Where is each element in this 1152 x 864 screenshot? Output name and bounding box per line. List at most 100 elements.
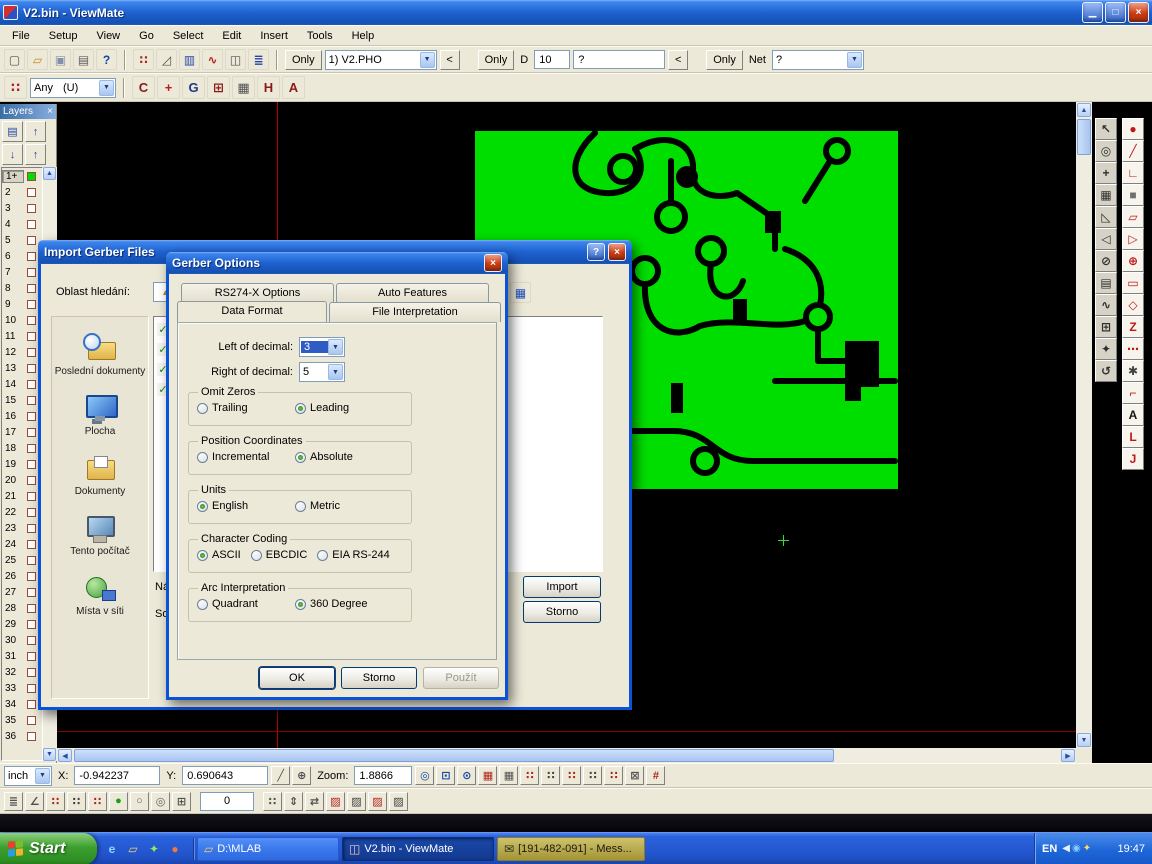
layer-combo[interactable]: 1) V2.PHO ▼ <box>325 50 437 70</box>
layer-color-swatch[interactable] <box>27 204 36 213</box>
fill-pattern-4-icon[interactable]: ▨ <box>389 792 408 811</box>
aperture-grid-icon[interactable]: ▦ <box>499 766 518 785</box>
draw-hook-icon[interactable]: J <box>1122 448 1144 470</box>
origin-icon[interactable]: ⊕ <box>292 766 311 785</box>
layer-color-swatch[interactable] <box>27 508 36 517</box>
aperture-type-combo[interactable]: Any (U) ▼ <box>30 78 116 98</box>
layer-color-swatch[interactable] <box>27 684 36 693</box>
layer-row-10[interactable]: 10 <box>2 312 42 328</box>
layers-scroll-down-button[interactable]: ▼ <box>43 748 56 761</box>
aperture-flash-icon[interactable]: ∷ <box>4 76 27 99</box>
layers-close-icon[interactable]: × <box>47 106 53 117</box>
measure-tool-icon[interactable]: ◿ <box>156 49 177 70</box>
measure-icon[interactable]: ◺ <box>1095 206 1117 228</box>
layer-color-swatch[interactable] <box>27 220 36 229</box>
horizontal-scrollbar-thumb[interactable] <box>74 749 834 762</box>
context-help-icon[interactable]: ? <box>96 49 117 70</box>
count-field[interactable]: 0 <box>200 792 254 811</box>
combo-arrow-icon[interactable]: ▼ <box>847 52 862 68</box>
film-box-3-icon[interactable]: ∷ <box>562 766 581 785</box>
draw-zigzag-icon[interactable]: Z <box>1122 316 1144 338</box>
tray-antivirus-icon[interactable]: ✦ <box>1083 843 1091 854</box>
only-dcode-toggle[interactable]: Only <box>478 50 515 70</box>
apply-button[interactable]: Použít <box>423 667 499 689</box>
explorer-folder-icon[interactable]: ▱ <box>124 840 142 858</box>
import-button[interactable]: Import <box>523 576 601 598</box>
film-box-4-icon[interactable]: ∷ <box>583 766 602 785</box>
layer-color-swatch[interactable] <box>27 428 36 437</box>
layer-color-swatch[interactable] <box>27 556 36 565</box>
dialog-help-button[interactable]: ? <box>587 243 605 261</box>
layer-row-24[interactable]: 24 <box>2 536 42 552</box>
rotate-tool-icon[interactable]: ↺ <box>1095 360 1117 382</box>
close-button[interactable]: × <box>1128 2 1149 23</box>
msn-icon[interactable]: ✦ <box>145 840 163 858</box>
place-computer[interactable]: Tento počítač <box>52 513 148 557</box>
taskbar-button-191-482-091-mess[interactable]: ✉[191-482-091] - Mess... <box>497 837 645 861</box>
layer-color-swatch[interactable] <box>27 412 36 421</box>
draw-diamond-icon[interactable]: ◇ <box>1122 294 1144 316</box>
layer-row-3[interactable]: 3 <box>2 200 42 216</box>
layer-color-swatch[interactable] <box>27 396 36 405</box>
layer-color-swatch[interactable] <box>27 652 36 661</box>
layer-color-swatch[interactable] <box>27 380 36 389</box>
layer-color-swatch[interactable] <box>27 460 36 469</box>
layer-color-swatch[interactable] <box>27 172 36 181</box>
radio-english[interactable]: English <box>197 500 285 512</box>
split-view-icon[interactable]: ◫ <box>225 49 246 70</box>
layer-row-35[interactable]: 35 <box>2 712 42 728</box>
taskbar-button-d-mlab[interactable]: ▱D:\MLAB <box>197 837 339 861</box>
tray-hide-chevron-icon[interactable]: ◀ <box>1062 843 1070 854</box>
null-tool-icon[interactable]: ⊘ <box>1095 250 1117 272</box>
import-cancel-button[interactable]: Storno <box>523 601 601 623</box>
radio-ebcdic[interactable]: EBCDIC <box>251 549 308 561</box>
layer-row-20[interactable]: 20 <box>2 472 42 488</box>
pattern-c-icon[interactable]: ∷ <box>88 792 107 811</box>
net-combo[interactable]: ? ▼ <box>772 50 864 70</box>
dcode-value-field[interactable]: 10 <box>534 50 570 69</box>
zoom-in-icon[interactable]: ◎ <box>415 766 434 785</box>
tab-auto-features[interactable]: Auto Features <box>336 283 489 302</box>
layers-scroll-up-button[interactable]: ▲ <box>43 167 56 180</box>
internet-explorer-icon[interactable]: e <box>103 840 121 858</box>
grid-toggle-icon[interactable]: ⊞ <box>172 792 191 811</box>
highlight-net-icon[interactable]: H <box>257 76 280 99</box>
layer-row-17[interactable]: 17 <box>2 424 42 440</box>
layer-color-swatch[interactable] <box>27 284 36 293</box>
hatch-mode-icon[interactable]: # <box>646 766 665 785</box>
layer-insert-icon[interactable]: ↑ <box>25 121 46 142</box>
signal-plot-icon[interactable]: ∿ <box>202 49 223 70</box>
goto-dcode-icon[interactable]: G <box>182 76 205 99</box>
layer-row-12[interactable]: 12 <box>2 344 42 360</box>
net-stack-icon[interactable]: ≣ <box>4 792 23 811</box>
layer-stack-icon[interactable]: ▤ <box>2 121 23 142</box>
layer-row-5[interactable]: 5 <box>2 232 42 248</box>
tab-data-format[interactable]: Data Format <box>177 301 327 322</box>
clear-highlight-icon[interactable]: C <box>132 76 155 99</box>
scroll-up-button[interactable]: ▲ <box>1077 103 1091 117</box>
layer-color-swatch[interactable] <box>27 268 36 277</box>
radio-trailing[interactable]: Trailing <box>197 402 285 414</box>
layer-bars-icon[interactable]: ▥ <box>179 49 200 70</box>
radio-incremental[interactable]: Incremental <box>197 451 285 463</box>
layer-row-23[interactable]: 23 <box>2 520 42 536</box>
combo-arrow-icon[interactable]: ▼ <box>420 52 435 68</box>
menu-go[interactable]: Go <box>131 28 162 44</box>
layer-color-swatch[interactable] <box>27 332 36 341</box>
layer-color-swatch[interactable] <box>27 236 36 245</box>
layer-row-31[interactable]: 31 <box>2 648 42 664</box>
draw-line-icon[interactable]: ╱ <box>1122 140 1144 162</box>
layer-color-swatch[interactable] <box>27 572 36 581</box>
layer-row-2[interactable]: 2 <box>2 184 42 200</box>
film-box-5-icon[interactable]: ∷ <box>604 766 623 785</box>
trace-grid-icon[interactable]: ▦ <box>232 76 255 99</box>
menu-tools[interactable]: Tools <box>299 28 341 44</box>
pattern-b-icon[interactable]: ∷ <box>67 792 86 811</box>
scroll-left-button[interactable]: ◀ <box>58 749 72 762</box>
angle-snap-icon[interactable]: ∠ <box>25 792 44 811</box>
draw-corner-icon[interactable]: ⌐ <box>1122 382 1144 404</box>
menu-view[interactable]: View <box>88 28 128 44</box>
film-box-2-icon[interactable]: ∷ <box>541 766 560 785</box>
layer-row-21[interactable]: 21 <box>2 488 42 504</box>
menu-help[interactable]: Help <box>344 28 383 44</box>
